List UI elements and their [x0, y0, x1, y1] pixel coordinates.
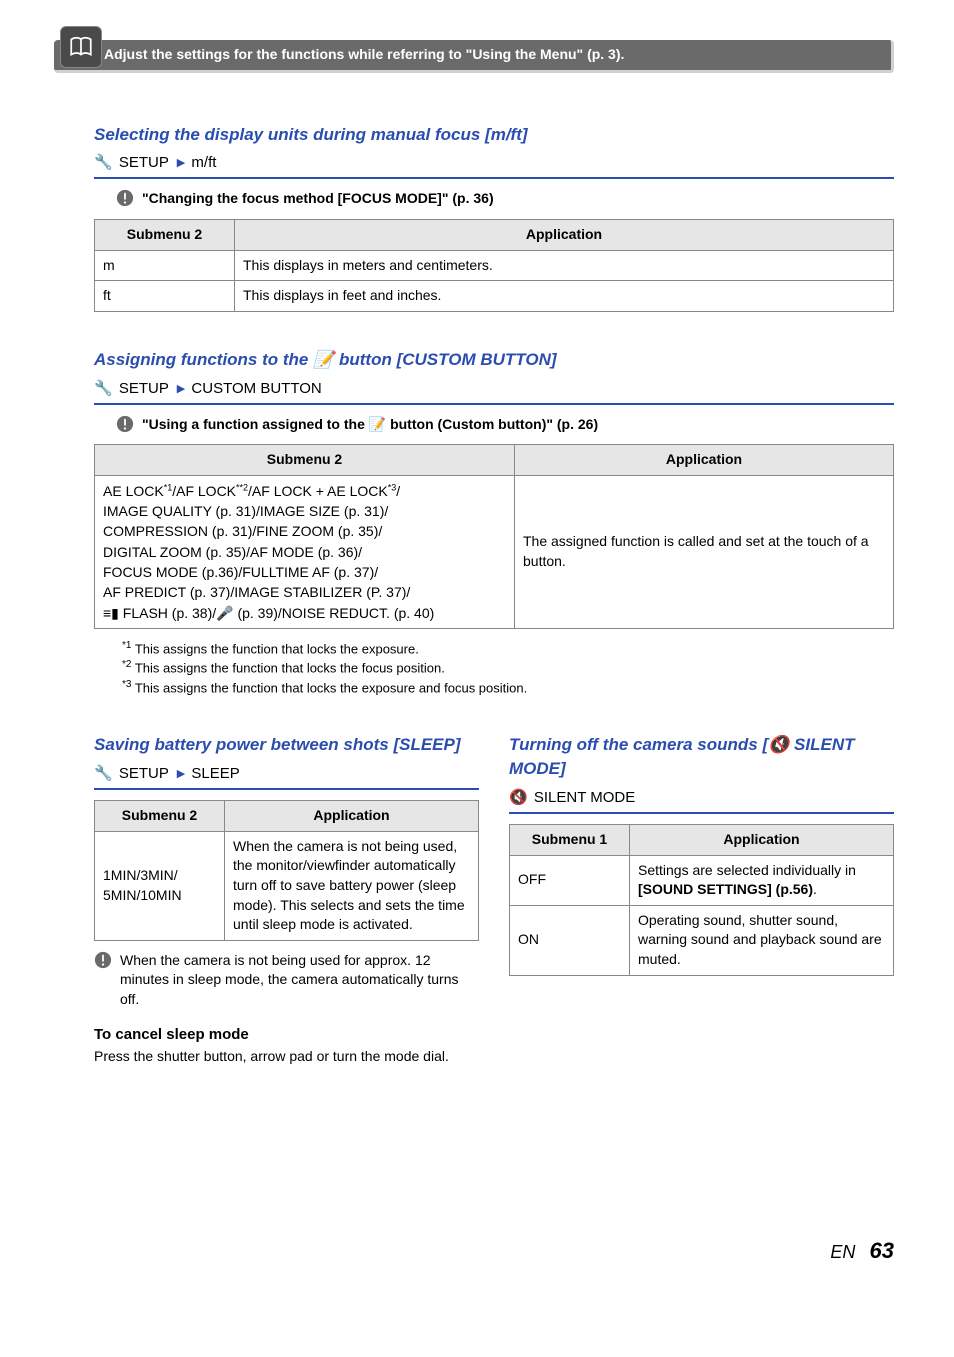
footnotes: *1 *1 This assigns the function that loc… [122, 639, 894, 698]
table-row: AE LOCK*1/AF LOCK**2/AF LOCK + AE LOCK*3… [95, 475, 894, 628]
setup-icon: 🔧 [94, 154, 113, 171]
breadcrumb-custom-button: 🔧 SETUP ▶ CUSTOM BUTTON [94, 376, 894, 405]
breadcrumb-sep-icon: ▶ [177, 767, 185, 782]
cell: Settings are selected individually in [S… [630, 855, 894, 905]
cell: This displays in feet and inches. [235, 281, 894, 312]
custom-button-table: Submenu 2 Application AE LOCK*1/AF LOCK*… [94, 444, 894, 629]
info-icon [116, 189, 134, 207]
display-units-title: Selecting the display units during manua… [94, 123, 894, 147]
cell: When the camera is not being used, the m… [225, 831, 479, 940]
silent-table: Submenu 1 Application OFF Settings are s… [509, 824, 894, 976]
breadcrumb-item: SETUP [119, 154, 169, 171]
cell: 1MIN/3MIN/ 5MIN/10MIN [95, 831, 225, 940]
page-footer: EN 63 [94, 1236, 894, 1267]
cell: ON [510, 905, 630, 975]
instruction-banner: Adjust the settings for the functions wh… [54, 40, 894, 73]
table-row: OFF Settings are selected individually i… [510, 855, 894, 905]
mute-icon: 🔇 [509, 789, 528, 806]
title-part: Turning off the camera sounds [ [509, 735, 768, 754]
mute-icon: 🔇 [768, 735, 789, 754]
note-text: "Using a function assigned to the 📝 butt… [142, 415, 598, 435]
breadcrumb-sep-icon: ▶ [177, 382, 185, 397]
cell-submenu2: AE LOCK*1/AF LOCK**2/AF LOCK + AE LOCK*3… [95, 475, 515, 628]
cell: m [95, 250, 235, 281]
cell: Operating sound, shutter sound, warning … [630, 905, 894, 975]
breadcrumb-sep-icon: ▶ [177, 156, 185, 171]
cell: This displays in meters and centimeters. [235, 250, 894, 281]
custom-button-glyph-icon: 📝 [313, 350, 334, 369]
breadcrumb-sleep: 🔧 SETUP ▶ SLEEP [94, 761, 479, 790]
breadcrumb-display-units: 🔧 SETUP ▶ m/ft [94, 150, 894, 179]
breadcrumb-item: SETUP [119, 380, 169, 397]
breadcrumb-item: SILENT MODE [534, 789, 635, 806]
info-icon [94, 951, 112, 969]
cell: ft [95, 281, 235, 312]
table-row: ON Operating sound, shutter sound, warni… [510, 905, 894, 975]
book-icon [60, 26, 102, 68]
breadcrumb-item: SLEEP [191, 765, 239, 782]
page-number: 63 [870, 1238, 894, 1263]
sleep-note: When the camera is not being used for ap… [120, 951, 479, 1010]
col-header: Submenu 1 [510, 824, 630, 855]
cell-application: The assigned function is called and set … [515, 475, 894, 628]
sleep-title: Saving battery power between shots [SLEE… [94, 733, 479, 757]
col-header: Application [630, 824, 894, 855]
col-header: Submenu 2 [95, 445, 515, 476]
cancel-sleep-body: Press the shutter button, arrow pad or t… [94, 1047, 479, 1067]
setup-icon: 🔧 [94, 380, 113, 397]
title-part: button [CUSTOM BUTTON] [334, 350, 556, 369]
note-text: "Changing the focus method [FOCUS MODE]"… [142, 189, 494, 209]
info-icon [116, 415, 134, 433]
bold-ref: [SOUND SETTINGS] (p.56) [638, 881, 813, 897]
cancel-sleep-head: To cancel sleep mode [94, 1024, 479, 1045]
col-header: Application [515, 445, 894, 476]
table-row: 1MIN/3MIN/ 5MIN/10MIN When the camera is… [95, 831, 479, 940]
col-header: Application [235, 219, 894, 250]
lang-label: EN [830, 1242, 855, 1262]
breadcrumb-item: CUSTOM BUTTON [191, 380, 321, 397]
custom-button-title: Assigning functions to the 📝 button [CUS… [94, 348, 894, 372]
col-header: Submenu 2 [95, 801, 225, 832]
col-header: Application [225, 801, 479, 832]
table-row: ft This displays in feet and inches. [95, 281, 894, 312]
setup-icon: 🔧 [94, 765, 113, 782]
silent-title: Turning off the camera sounds [🔇 SILENT … [509, 733, 894, 781]
display-units-table: Submenu 2 Application m This displays in… [94, 219, 894, 312]
cell: OFF [510, 855, 630, 905]
table-row: m This displays in meters and centimeter… [95, 250, 894, 281]
sleep-table: Submenu 2 Application 1MIN/3MIN/ 5MIN/10… [94, 800, 479, 941]
breadcrumb-silent: 🔇 SILENT MODE [509, 785, 894, 814]
col-header: Submenu 2 [95, 219, 235, 250]
title-part: Assigning functions to the [94, 350, 313, 369]
breadcrumb-item: m/ft [191, 154, 216, 171]
breadcrumb-item: SETUP [119, 765, 169, 782]
